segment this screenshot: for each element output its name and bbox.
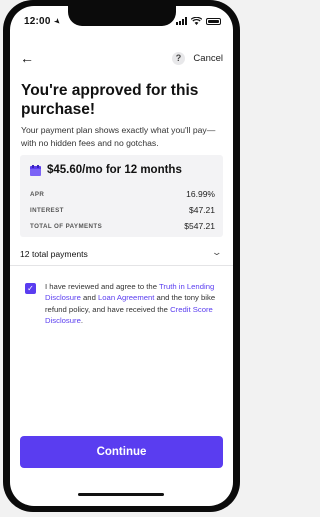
notch <box>68 6 176 26</box>
calendar-icon <box>30 164 41 176</box>
plan-row-interest: INTEREST $47.21 <box>30 202 215 218</box>
cell-signal-icon <box>176 17 187 25</box>
phone-frame: 12:00➤ ← ? Cancel You're approved for th… <box>3 0 240 512</box>
loan-agreement-link[interactable]: Loan Agreement <box>98 293 154 302</box>
header: ← ? Cancel <box>20 50 223 68</box>
status-icons <box>176 17 221 25</box>
plan-row-value: $547.21 <box>184 221 215 231</box>
home-indicator <box>78 493 164 496</box>
page-title: You're approved for this purchase! <box>21 82 199 118</box>
screen: 12:00➤ ← ? Cancel You're approved for th… <box>10 6 233 506</box>
location-arrow-icon: ➤ <box>51 15 63 28</box>
total-payments-selected: 12 total payments <box>20 249 88 259</box>
subtitle: Your payment plan shows exactly what you… <box>21 125 216 148</box>
agreement-checkbox[interactable]: ✓ <box>25 283 36 294</box>
plan-row-key: TOTAL OF PAYMENTS <box>30 222 103 230</box>
wifi-icon <box>191 17 202 25</box>
plan-row-key: APR <box>30 190 45 198</box>
plan-details: APR 16.99% INTEREST $47.21 TOTAL OF PAYM… <box>30 186 215 234</box>
back-arrow-icon[interactable]: ← <box>20 50 34 66</box>
payment-plan-card: $45.60/mo for 12 months APR 16.99% INTER… <box>20 155 223 237</box>
chevron-down-icon: ⌄ <box>211 247 223 257</box>
plan-amount: $45.60/mo for 12 months <box>47 164 182 176</box>
agreement-text-part: I have reviewed and agree to the <box>45 282 159 291</box>
battery-icon <box>206 17 221 25</box>
plan-row-key: INTEREST <box>30 206 64 214</box>
plan-row-total: TOTAL OF PAYMENTS $547.21 <box>30 218 215 234</box>
plan-row-value: $47.21 <box>189 205 215 215</box>
agreement-text-part: . <box>80 315 84 325</box>
status-time: 12:00➤ <box>24 15 63 28</box>
plan-row-apr: APR 16.99% <box>30 186 215 202</box>
plan-row-value: 16.99% <box>186 189 215 199</box>
agreement-text-part: and <box>80 293 98 303</box>
help-icon[interactable]: ? <box>172 52 185 65</box>
agreement-text: I have reviewed and agree to the Truth i… <box>45 281 223 326</box>
cancel-button[interactable]: Cancel <box>193 53 223 64</box>
status-time-text: 12:00 <box>24 16 51 27</box>
plan-header: $45.60/mo for 12 months <box>30 164 182 176</box>
continue-button[interactable]: Continue <box>20 436 223 468</box>
total-payments-dropdown[interactable]: 12 total payments ⌄ <box>10 244 233 266</box>
